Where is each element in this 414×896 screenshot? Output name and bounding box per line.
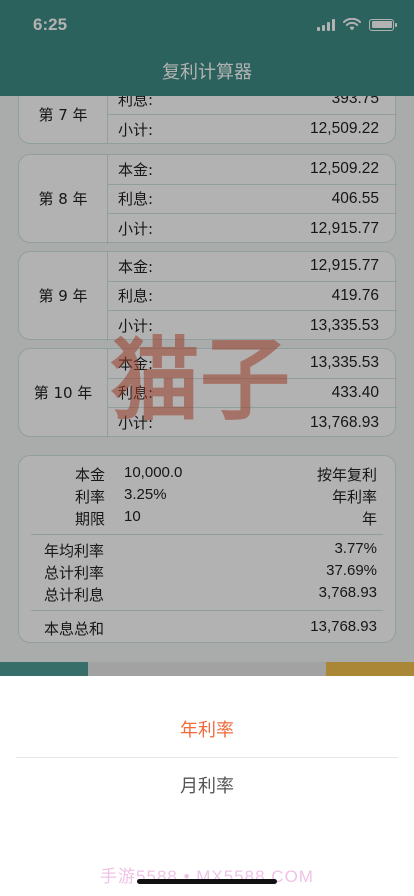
modal-overlay[interactable] [0, 0, 414, 676]
rate-type-sheet: 年利率 月利率 手游5588 • MX5588.COM [0, 676, 414, 896]
option-label: 年利率 [180, 720, 234, 741]
option-monthly-rate[interactable]: 月利率 [0, 758, 414, 812]
home-indicator[interactable] [137, 879, 277, 884]
option-label: 月利率 [180, 776, 234, 797]
option-annual-rate[interactable]: 年利率 [0, 702, 414, 756]
